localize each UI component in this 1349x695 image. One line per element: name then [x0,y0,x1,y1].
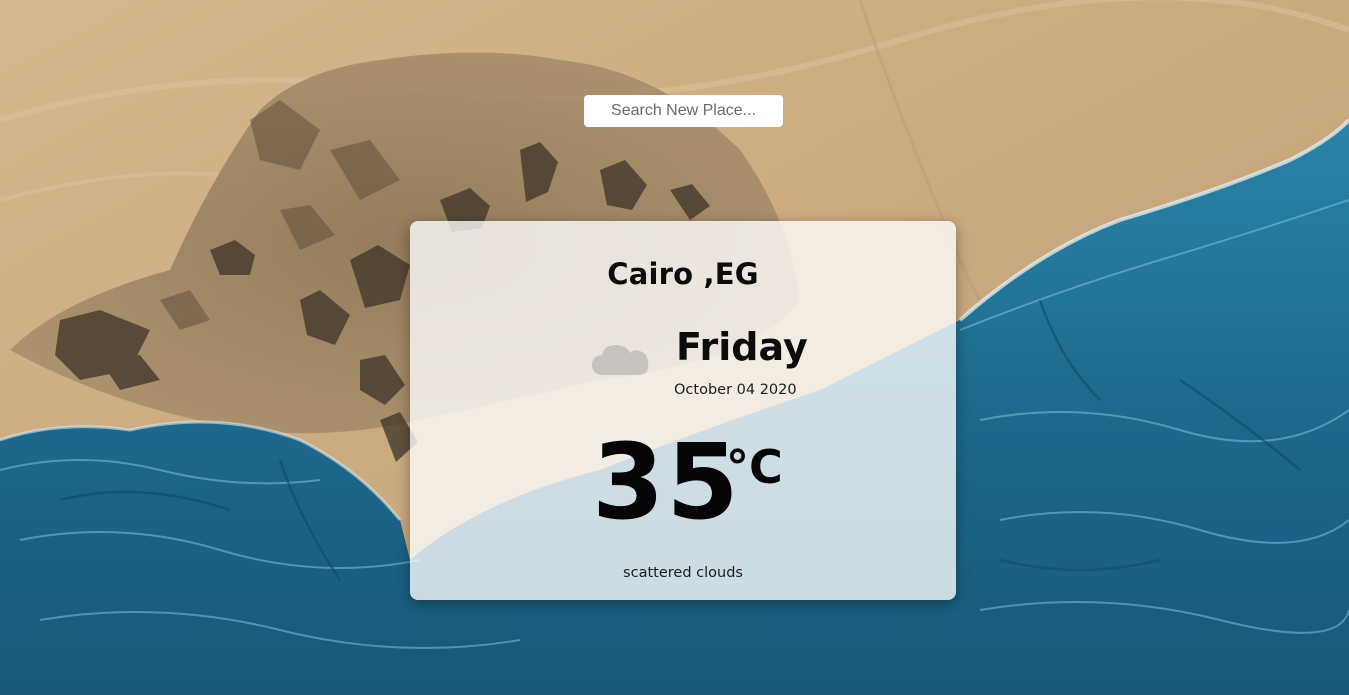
weather-app: Cairo ,EG Friday October 04 2020 35 °C s… [0,0,1349,695]
date-label: October 04 2020 [674,382,797,398]
temperature-value: 35 [592,421,741,543]
location-label: Cairo ,EG [607,257,759,291]
weather-description: scattered clouds [623,565,743,581]
search-input[interactable] [584,95,783,127]
temperature-unit: °C [726,440,783,494]
weather-card: Cairo ,EG Friday October 04 2020 35 °C s… [410,221,956,600]
cloud-icon [592,345,649,375]
day-label: Friday [676,325,808,369]
